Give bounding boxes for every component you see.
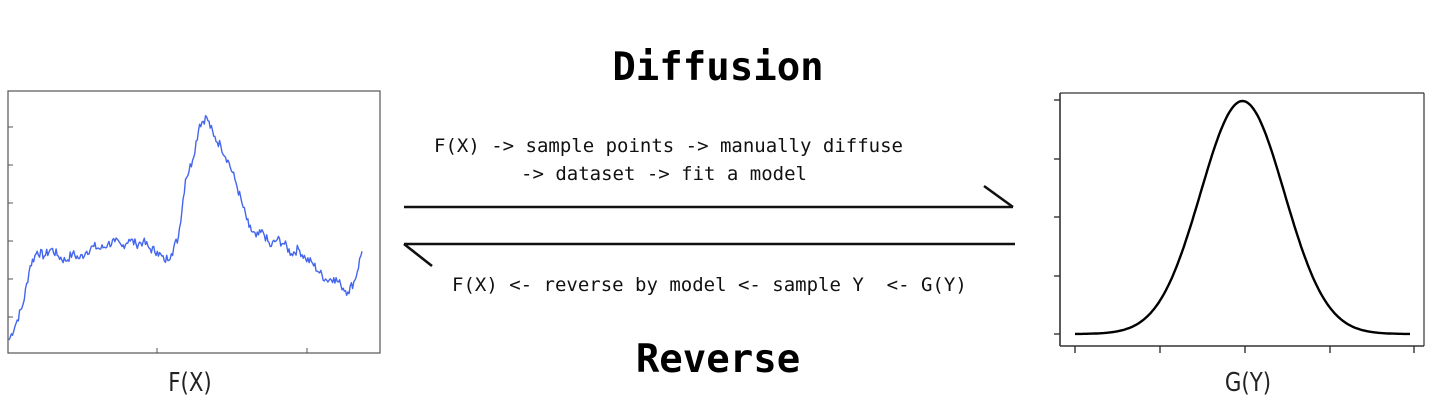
left-plot-frame [7,90,381,354]
diffusion-title: Diffusion [612,45,824,90]
forward-process-text-line1: F(X) -> sample points -> manually diffus… [434,135,903,157]
reverse-arrow [403,242,1015,268]
right-plot-label: G(Y) [1224,368,1272,398]
left-plot-y-ticks [8,126,13,318]
reverse-process-text: F(X) <- reverse by model <- sample Y <- … [452,274,967,296]
left-plot-label: F(X) [168,368,212,398]
forward-arrow [404,184,1014,209]
right-plot-gaussian-curve [1075,99,1410,336]
right-plot-y-ticks [1054,99,1060,335]
left-plot-series-line [8,114,363,341]
forward-process-text-line2: -> dataset -> fit a model [521,163,807,185]
